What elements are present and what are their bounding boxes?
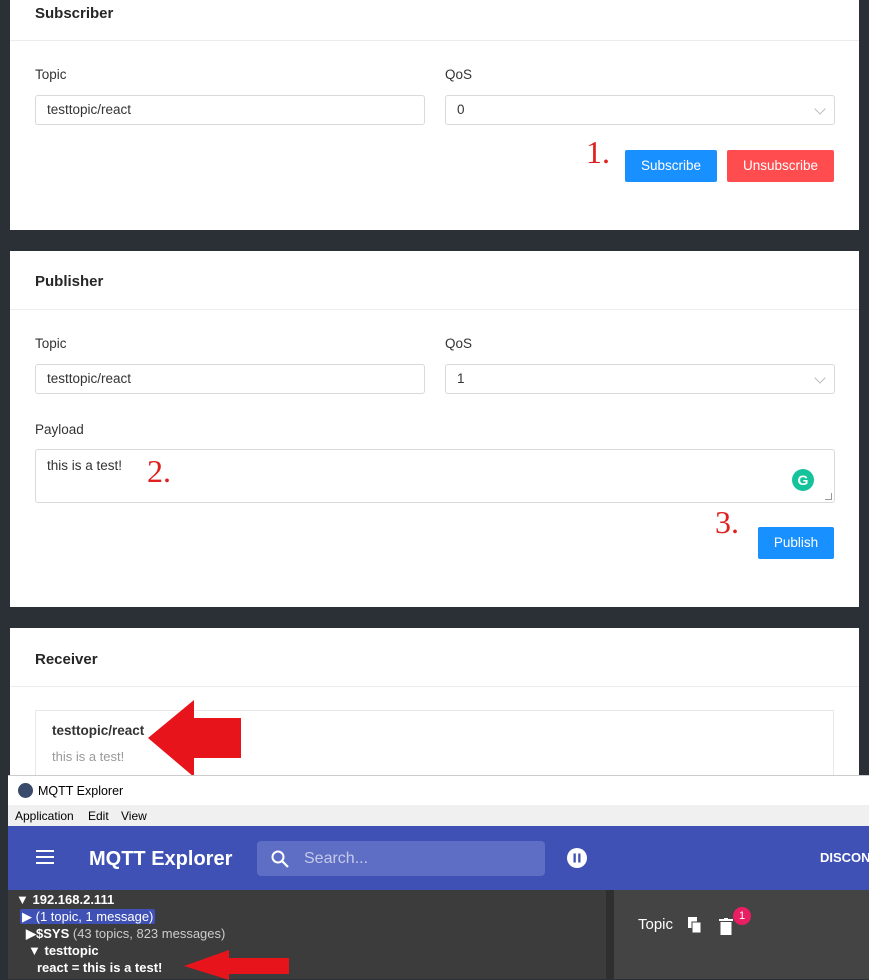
host-label: 192.168.2.111 [32,892,115,907]
hamburger-menu-icon[interactable] [36,850,54,864]
menubar: Application Edit View [8,805,869,826]
detail-topic-label: Topic [638,916,674,933]
divider [10,40,859,41]
unsubscribe-button[interactable]: Unsubscribe [727,150,834,182]
message-payload: this is a test! [52,749,125,764]
subscriber-topic-input[interactable]: testtopic/react [35,95,425,125]
search-input[interactable]: Search... [304,850,368,868]
app-bar: MQTT Explorer Search... DISCON [8,826,869,890]
receiver-title: Receiver [35,651,98,668]
qos-value: 1 [457,371,465,386]
search-box[interactable]: Search... [257,841,545,876]
topic-label: Topic [35,336,67,351]
red-arrow-annotation [148,700,241,777]
chevron-down-icon [814,372,826,384]
badge-count: 1 [733,907,751,925]
delete-icon[interactable] [719,918,733,935]
window-title: MQTT Explorer [38,784,124,798]
subscribe-button[interactable]: Subscribe [625,150,717,182]
payload-label: Payload [35,422,84,437]
publisher-card: Publisher Topic QoS testtopic/react 1 Pa… [10,251,859,607]
detail-pane: Topic 1 [614,890,869,979]
pane-divider[interactable] [606,890,614,979]
topic-label: Topic [35,67,67,82]
tree-node-testtopic[interactable]: ▼ testtopic [28,943,99,958]
red-arrow-annotation [184,950,289,980]
search-icon [271,850,289,868]
publisher-title: Publisher [35,273,104,290]
mqtt-explorer-window: MQTT Explorer Application Edit View MQTT… [8,775,869,979]
message-topic: testtopic/react [52,723,145,738]
subscriber-card: Subscriber Topic QoS testtopic/react 0 1… [10,0,859,230]
topic-tree: ▼ 192.168.2.111 ▶ (1 topic, 1 message) ▶… [8,890,606,979]
publisher-topic-input[interactable]: testtopic/react [35,364,425,394]
resize-handle-icon[interactable] [825,493,832,500]
tree-node-summary[interactable]: ▶ (1 topic, 1 message) [20,909,156,925]
qos-value: 0 [457,102,465,117]
divider [10,309,859,310]
menu-view[interactable]: View [121,809,147,823]
window-titlebar: MQTT Explorer [8,775,869,806]
receiver-card: Receiver testtopic/react this is a test! [10,628,859,790]
sys-label: $SYS [36,926,70,941]
copy-icon[interactable] [688,917,703,934]
publisher-qos-select[interactable]: 1 [445,364,835,394]
qos-label: QoS [445,336,473,351]
annotation-2: 2. [147,453,171,489]
app-brand: MQTT Explorer [89,848,233,870]
menu-application[interactable]: Application [15,809,74,823]
annotation-1: 1. [586,134,610,170]
tree-node-sys[interactable]: ▶$SYS (43 topics, 823 messages) [26,926,225,942]
tree-leaf-react[interactable]: react = this is a test! [37,960,162,975]
chevron-down-icon [814,103,826,115]
qos-label: QoS [445,67,473,82]
app-icon [18,783,33,798]
pause-icon[interactable] [567,848,587,868]
testtopic-label: testtopic [44,943,99,958]
payload-text: this is a test! [47,458,123,473]
subscriber-qos-select[interactable]: 0 [445,95,835,125]
divider [10,686,859,687]
grammarly-icon: G [792,469,814,491]
disconnect-button[interactable]: DISCON [820,850,869,865]
summary-label: (1 topic, 1 message) [35,909,154,924]
sys-count: (43 topics, 823 messages) [72,926,226,941]
annotation-3: 3. [715,504,739,540]
subscriber-title: Subscriber [35,5,114,22]
tree-node-host[interactable]: ▼ 192.168.2.111 [16,892,114,907]
menu-edit[interactable]: Edit [88,809,109,823]
publish-button[interactable]: Publish [758,527,834,559]
